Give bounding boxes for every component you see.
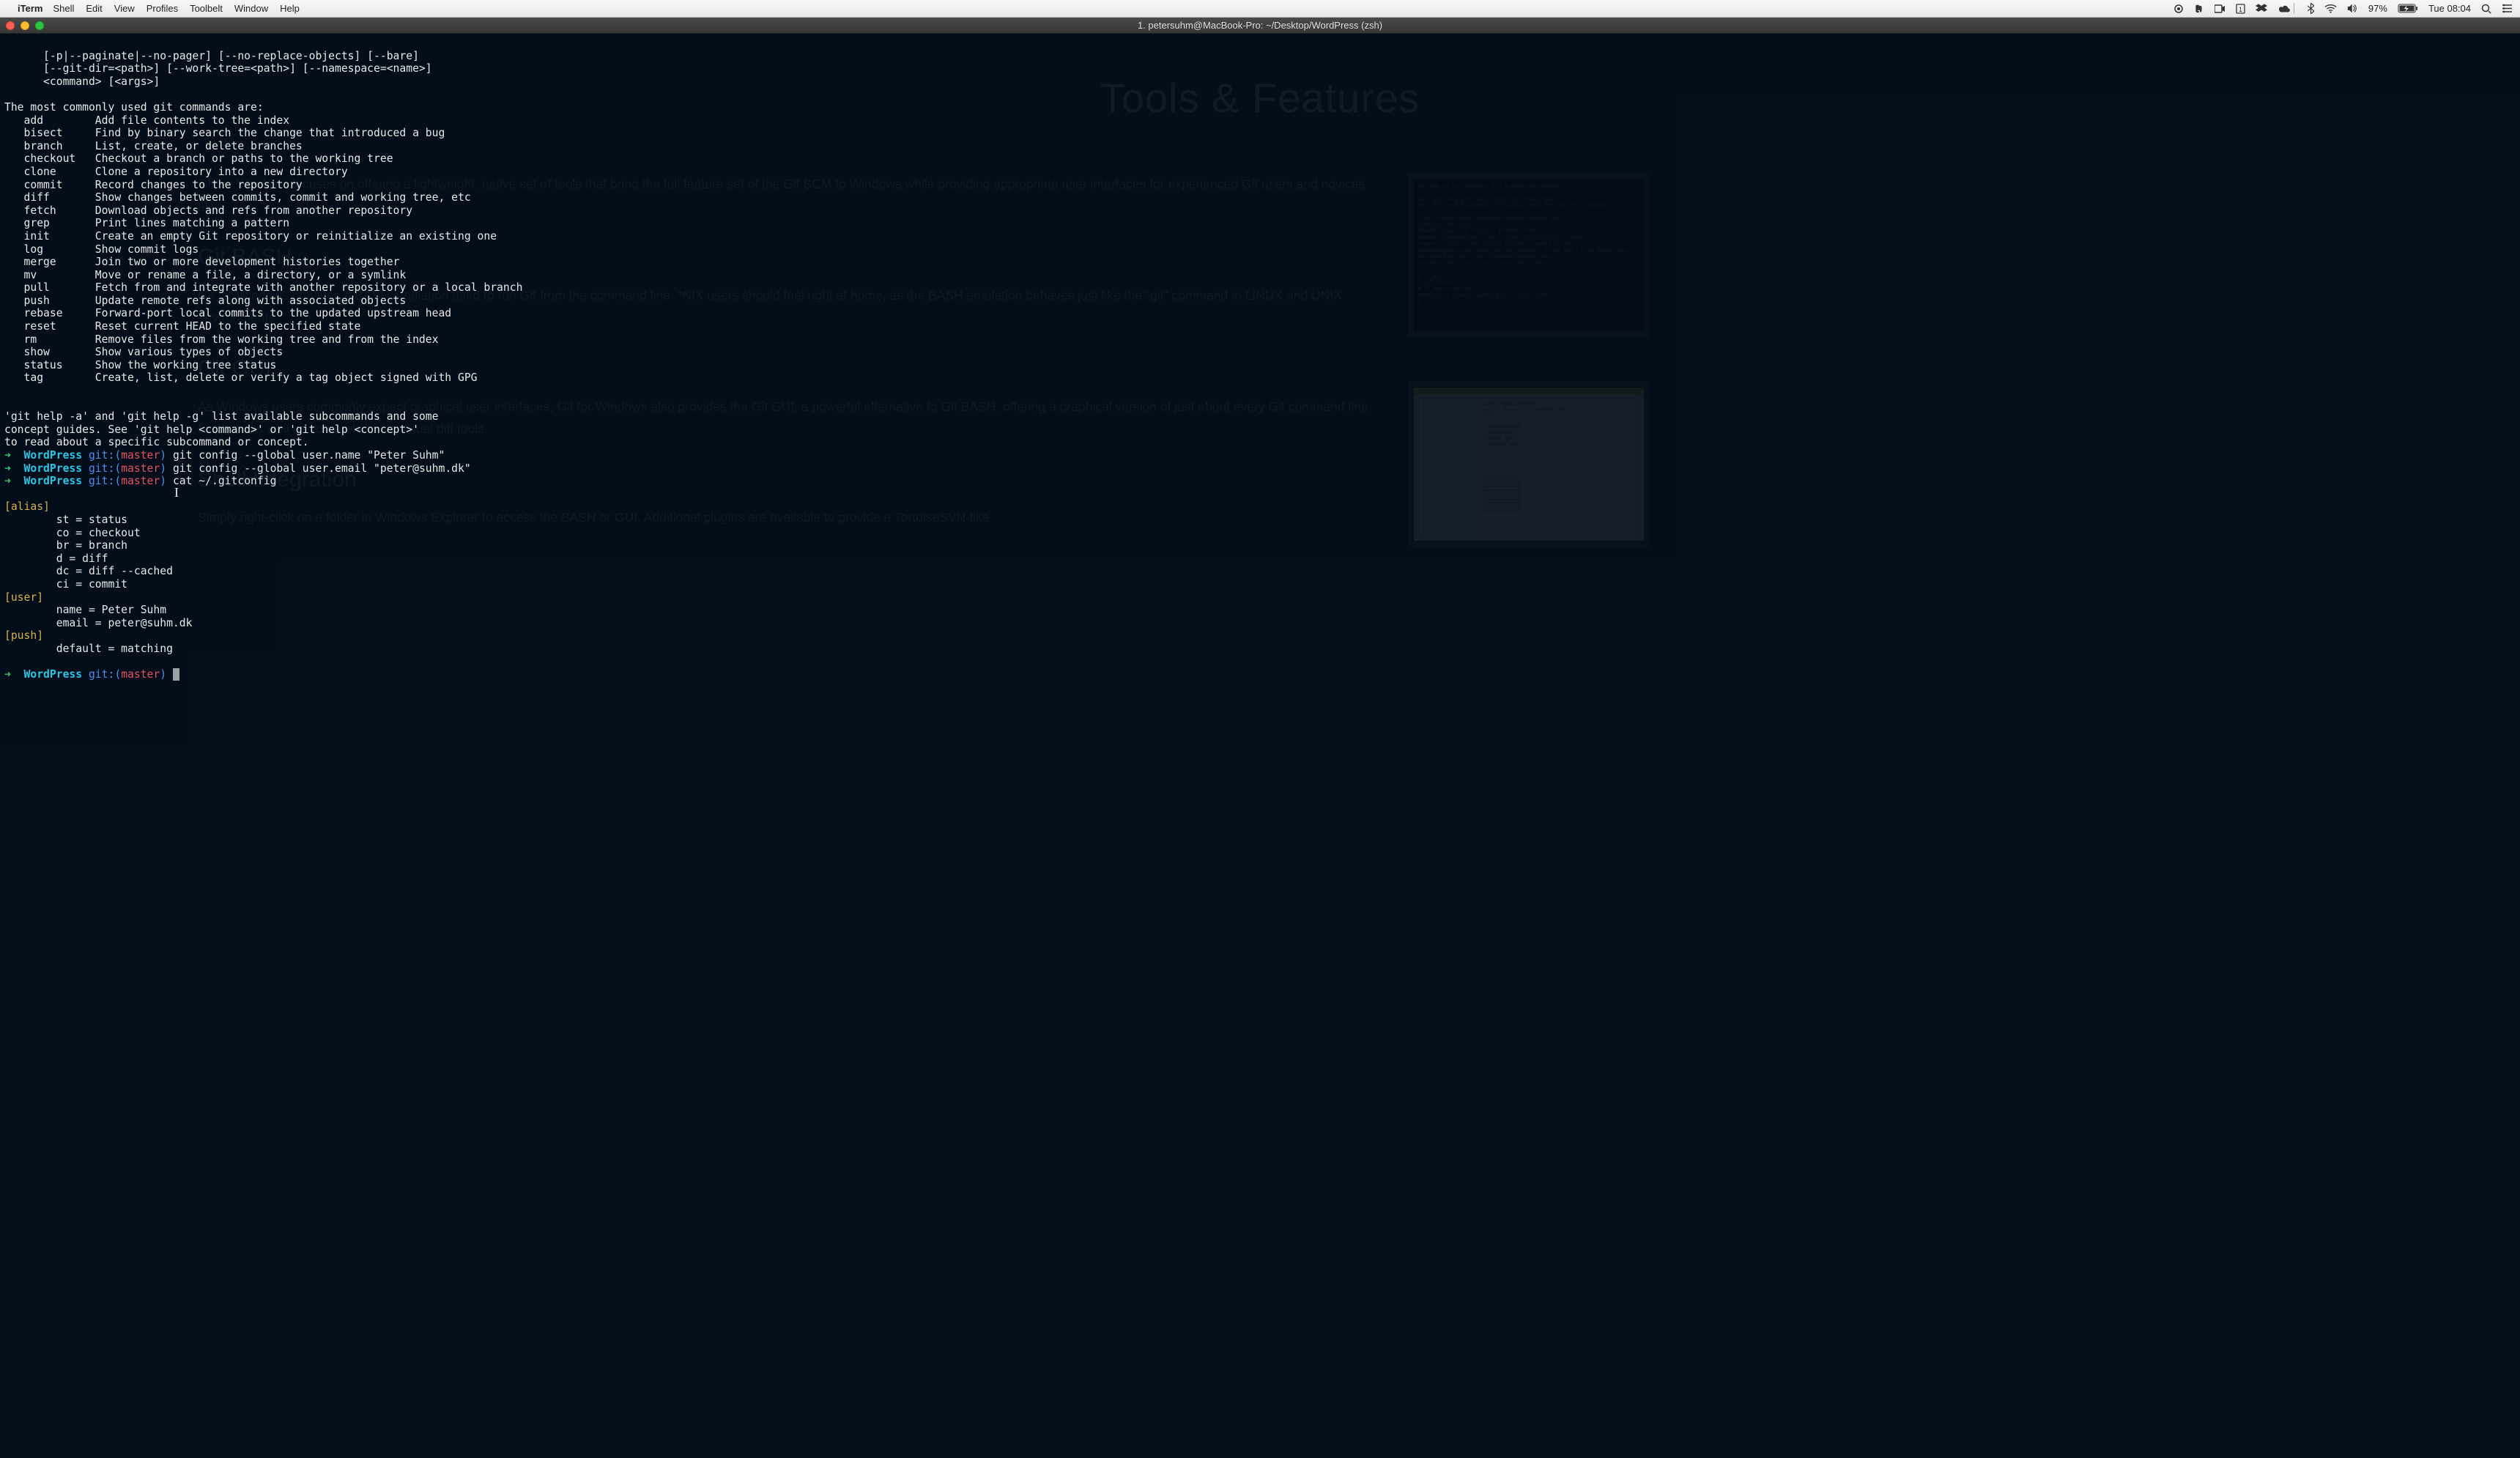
prompt-history: ➜ WordPress git:(master) git config --gl…: [4, 449, 471, 487]
battery-percent: 97%: [2368, 3, 2387, 14]
terminal-cursor: [173, 668, 179, 681]
menu-shell[interactable]: Shell: [53, 3, 74, 14]
menu-toolbelt[interactable]: Toolbelt: [190, 3, 223, 14]
current-prompt[interactable]: ➜ WordPress git:(master): [4, 668, 179, 681]
onepassword-icon[interactable]: 1: [2236, 4, 2245, 14]
record-icon[interactable]: [2174, 4, 2184, 14]
git-help-line: 'git help -a' and 'git help -g' list ava…: [4, 410, 438, 423]
volume-icon[interactable]: [2347, 4, 2358, 13]
battery-icon[interactable]: [2398, 4, 2418, 13]
minimize-button[interactable]: [21, 21, 29, 30]
cloud-icon[interactable]: [2278, 4, 2291, 13]
video-icon[interactable]: [2215, 4, 2226, 13]
zoom-button[interactable]: [35, 21, 44, 30]
traffic-lights: [6, 21, 44, 30]
menu-view[interactable]: View: [114, 3, 135, 14]
git-usage-line: [-p|--paginate|--no-pager] [--no-replace…: [4, 50, 419, 62]
terminal-content[interactable]: [-p|--paginate|--no-pager] [--no-replace…: [0, 34, 2520, 1458]
bluetooth-icon[interactable]: [2308, 3, 2314, 14]
git-help-line: to read about a specific subcommand or c…: [4, 436, 309, 448]
git-usage-line: [--git-dir=<path>] [--work-tree=<path>] …: [4, 62, 432, 75]
git-commands-list: add Add file contents to the index bisec…: [4, 114, 522, 385]
menu-help[interactable]: Help: [280, 3, 300, 14]
window-titlebar[interactable]: 1. petersuhm@MacBook-Pro: ~/Desktop/Word…: [0, 18, 2520, 34]
wifi-icon[interactable]: [2324, 4, 2337, 13]
spotlight-icon[interactable]: [2481, 4, 2491, 14]
app-menu[interactable]: iTerm: [18, 3, 42, 14]
menu-profiles[interactable]: Profiles: [147, 3, 178, 14]
window-title: 1. petersuhm@MacBook-Pro: ~/Desktop/Word…: [0, 20, 2520, 31]
dropbox-icon[interactable]: [2256, 4, 2267, 14]
git-help-line: concept guides. See 'git help <command>'…: [4, 423, 419, 436]
close-button[interactable]: [6, 21, 15, 30]
menu-edit[interactable]: Edit: [86, 3, 102, 14]
evernote-icon[interactable]: [2194, 4, 2204, 14]
notification-center-icon[interactable]: [2502, 4, 2513, 13]
git-cmds-heading: The most commonly used git commands are:: [4, 101, 264, 114]
git-usage-line: <command> [<args>]: [4, 75, 160, 88]
svg-text:1: 1: [2239, 6, 2242, 13]
menu-window[interactable]: Window: [234, 3, 268, 14]
text-cursor-icon: I: [174, 486, 179, 500]
clock[interactable]: Tue 08:04: [2428, 3, 2471, 14]
gitconfig-output: [alias] st = status co = checkout br = b…: [4, 500, 192, 655]
mac-menubar: iTerm Shell Edit View Profiles Toolbelt …: [0, 0, 2520, 18]
